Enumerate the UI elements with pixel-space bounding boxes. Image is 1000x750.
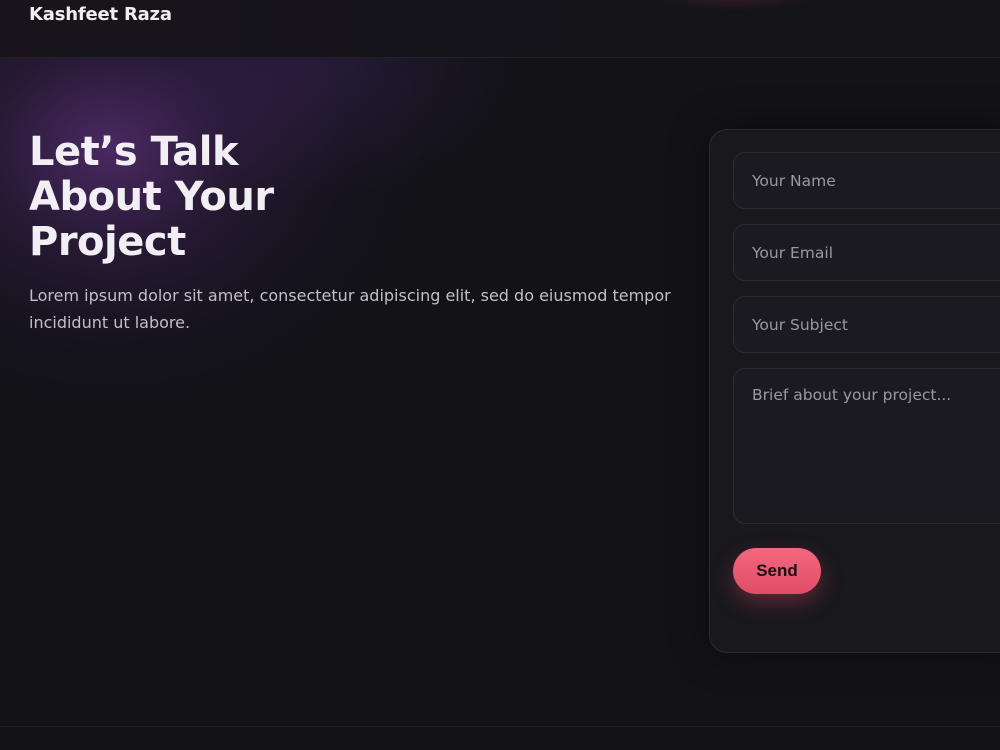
site-header: Kashfeet Raza <box>0 0 1000 58</box>
page-title-line-2: About Your <box>29 174 274 220</box>
header-glow-decoration <box>640 0 830 10</box>
page-title-line-3: Project <box>29 219 186 265</box>
page-title: Let’s Talk About Your Project <box>29 130 429 265</box>
email-input[interactable] <box>733 224 1000 281</box>
contact-section: Let’s Talk About Your Project Lorem ipsu… <box>0 58 1000 726</box>
project-brief-textarea[interactable] <box>733 368 1000 524</box>
contact-form: Send <box>709 129 1000 653</box>
name-input[interactable] <box>733 152 1000 209</box>
page-description: Lorem ipsum dolor sit amet, consectetur … <box>29 286 671 332</box>
footer-divider <box>0 726 1000 750</box>
send-button[interactable]: Send <box>733 548 821 594</box>
brand-name[interactable]: Kashfeet Raza <box>29 4 172 25</box>
subject-input[interactable] <box>733 296 1000 353</box>
page-title-line-1: Let’s Talk <box>29 129 239 175</box>
